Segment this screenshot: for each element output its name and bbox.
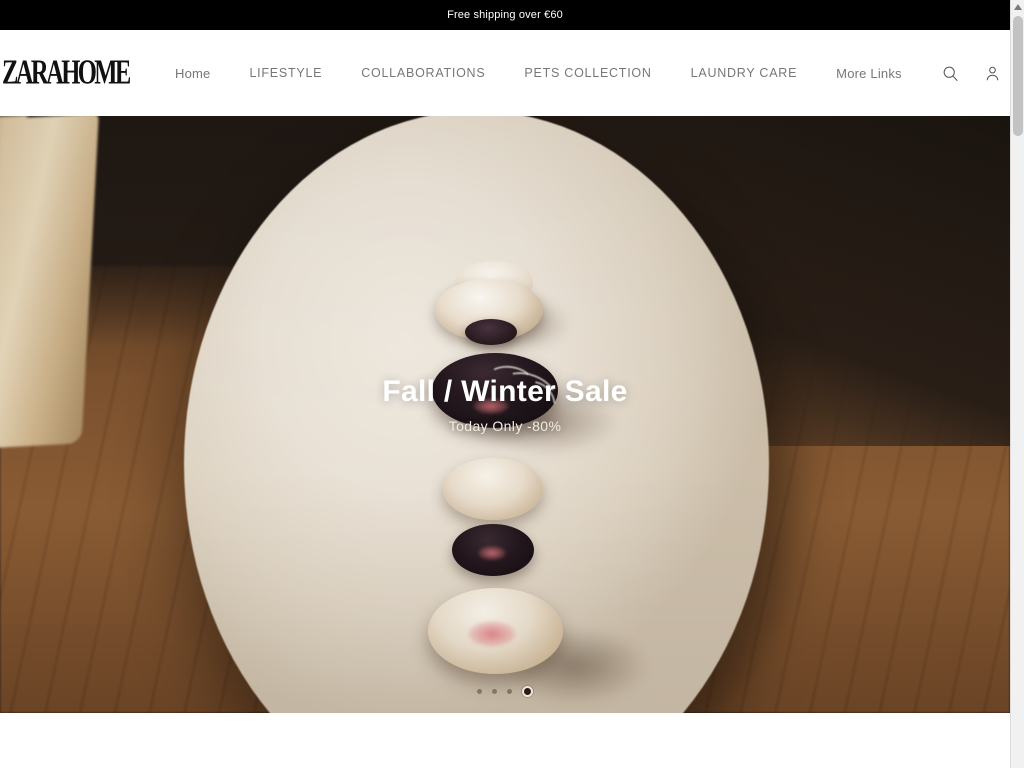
nav-item-more-links[interactable]: More Links [836,58,902,89]
nav-item-lifestyle[interactable]: LIFESTYLE [249,58,322,88]
nav-item-laundry-care[interactable]: LAUNDRY CARE [691,58,798,88]
announcement-text: Free shipping over €60 [447,9,563,21]
announcement-bar: Free shipping over €60 [0,0,1010,30]
carousel-dot-3[interactable] [507,689,512,694]
nav-item-collaborations[interactable]: COLLABORATIONS [361,58,485,88]
below-hero-section [0,713,1010,768]
carousel-dot-1[interactable] [477,689,482,694]
site-header: ZARAHOME Home LIFESTYLE COLLABORATIONS P… [0,30,1010,116]
nav-item-pets-collection[interactable]: PETS COLLECTION [524,58,651,88]
scrollbar-thumb[interactable] [1013,16,1023,136]
hero-carousel[interactable]: Fall / Winter Sale Today Only -80% [0,116,1010,713]
page-scrollbar[interactable] [1010,0,1024,768]
hero-content: Fall / Winter Sale Today Only -80% [0,116,1010,713]
hero-subtitle: Today Only -80% [448,417,562,434]
scroll-up-icon[interactable] [1011,0,1024,14]
search-icon[interactable] [941,63,961,83]
nav-item-home[interactable]: Home [175,58,210,89]
carousel-dot-2[interactable] [492,689,497,694]
page-content: Free shipping over €60 ZARAHOME Home LIF… [0,0,1010,768]
browser-viewport: Free shipping over €60 ZARAHOME Home LIF… [0,0,1024,768]
account-icon[interactable] [983,63,1003,83]
logo-link[interactable]: ZARAHOME [0,52,175,92]
carousel-dots [0,686,1010,697]
hero-title: Fall / Winter Sale [382,375,628,409]
main-navigation: Home LIFESTYLE COLLABORATIONS PETS COLLE… [175,58,941,89]
header-actions [941,63,1010,83]
logo-text: ZARAHOME [2,52,131,92]
carousel-dot-4[interactable] [522,686,533,697]
